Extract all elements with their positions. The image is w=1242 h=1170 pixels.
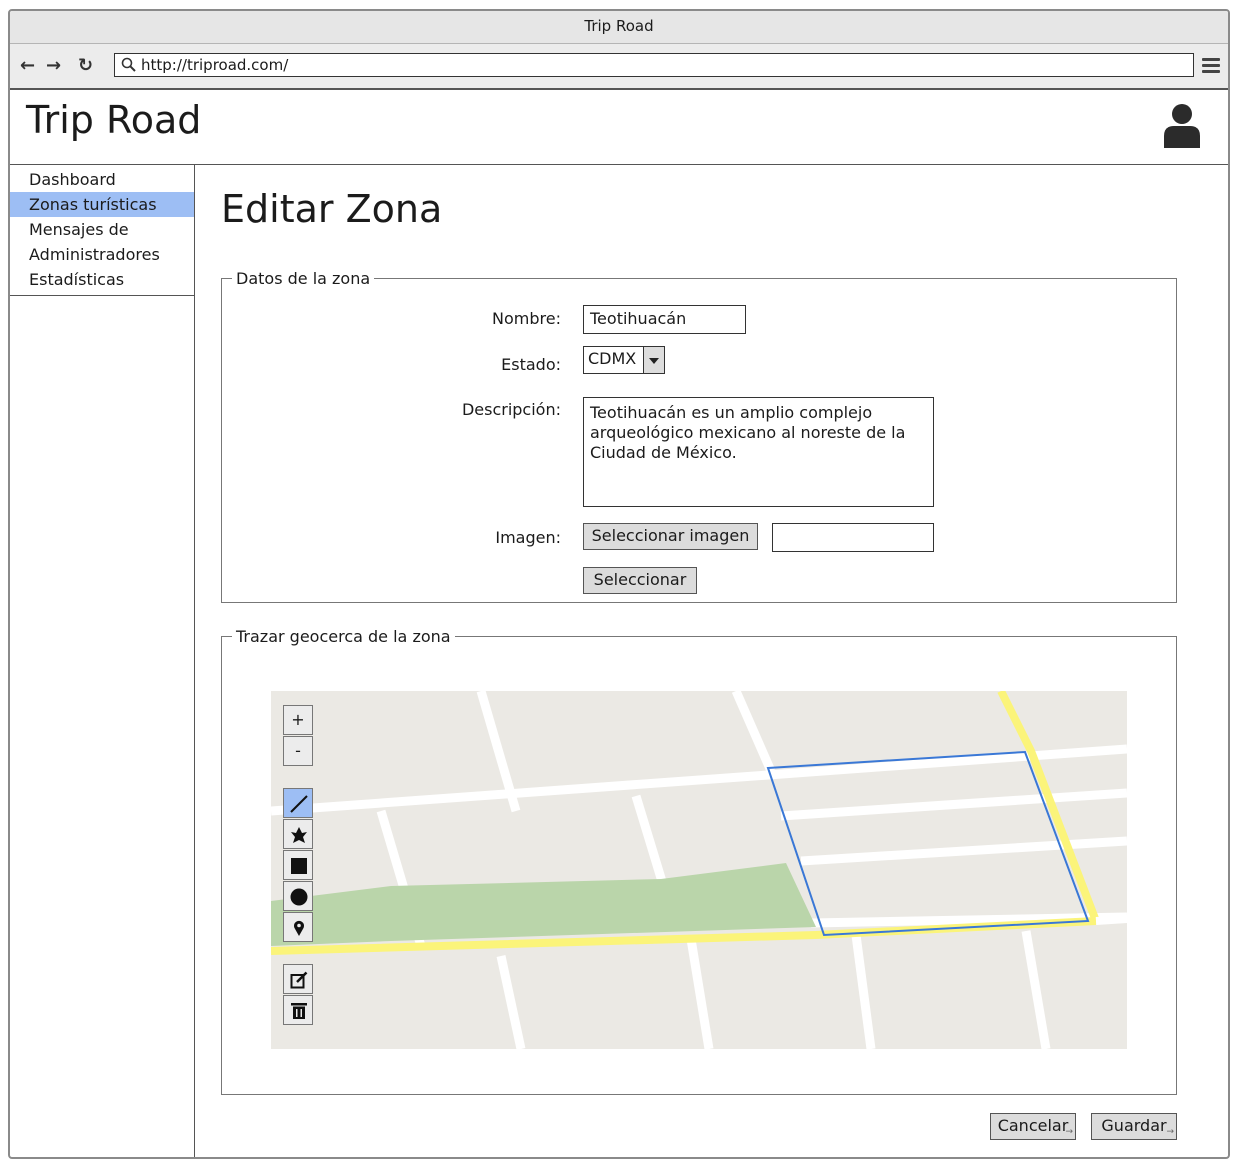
state-select[interactable]: CDMX [583,346,665,374]
select-button[interactable]: Seleccionar [583,567,697,594]
description-textarea[interactable]: Teotihuacán es un amplio complejo arqueo… [583,397,934,507]
trash-icon[interactable] [283,995,313,1025]
state-select-value: CDMX [588,349,637,368]
url-text: http://triproad.com/ [141,56,289,74]
search-icon [121,57,136,72]
image-label: Imagen: [495,528,561,547]
draw-polygon-icon[interactable] [283,819,313,849]
app-title: Trip Road [26,98,202,142]
user-avatar-icon[interactable] [1162,102,1202,148]
draw-rectangle-icon[interactable] [283,850,313,880]
browser-window: Trip Road ← → ↻ http://triproad.com/ Tri… [8,9,1230,1159]
resize-corner-icon: → [1065,1127,1073,1137]
save-button-label: Guardar [1101,1116,1167,1135]
cancel-button-label: Cancelar [997,1116,1069,1135]
sidebar-nav: Dashboard Zonas turísticas Mensajes de A… [10,165,194,296]
description-label: Descripción: [461,400,561,419]
back-arrow-icon[interactable]: ← [20,55,35,76]
name-label: Nombre: [492,309,561,328]
select-image-button[interactable]: Seleccionar imagen [583,523,758,550]
main-content: Editar Zona Datos de la zona Nombre: Teo… [195,165,1228,1157]
name-input[interactable]: Teotihuacán [583,305,746,334]
map-canvas[interactable] [271,691,1127,1049]
edit-shapes-icon[interactable] [283,964,313,994]
geofence-legend: Trazar geocerca de la zona [236,627,451,646]
place-marker-icon[interactable] [283,912,313,942]
chevron-down-icon[interactable] [643,347,664,373]
zoom-out-button[interactable]: - [283,736,313,766]
address-bar[interactable]: http://triproad.com/ [114,53,1194,77]
forward-arrow-icon[interactable]: → [46,55,61,76]
menu-icon[interactable] [1202,58,1220,76]
zone-data-legend: Datos de la zona [236,269,371,288]
reload-icon[interactable]: ↻ [78,55,93,76]
app-header: Trip Road [10,90,1228,165]
sidebar-item-administradores[interactable]: Administradores [10,242,194,267]
draw-circle-icon[interactable] [283,881,313,911]
resize-corner-icon: → [1166,1127,1174,1137]
map-view[interactable]: + - [271,691,1127,1049]
save-button[interactable]: Guardar → [1091,1113,1177,1140]
sidebar: Dashboard Zonas turísticas Mensajes de A… [10,165,195,1157]
sidebar-item-mensajes[interactable]: Mensajes de [10,217,194,242]
zoom-in-button[interactable]: + [283,705,313,735]
draw-line-icon[interactable] [283,788,313,818]
cancel-button[interactable]: Cancelar → [990,1113,1076,1140]
sidebar-item-estadisticas[interactable]: Estadísticas [10,267,194,292]
browser-toolbar: ← → ↻ http://triproad.com/ [10,44,1228,90]
sidebar-item-dashboard[interactable]: Dashboard [10,167,194,192]
image-filename-input[interactable] [772,523,934,552]
page-title: Editar Zona [221,187,443,231]
window-title: Trip Road [10,11,1228,44]
sidebar-item-zonas-turisticas[interactable]: Zonas turísticas [10,192,194,217]
state-label: Estado: [501,355,561,374]
